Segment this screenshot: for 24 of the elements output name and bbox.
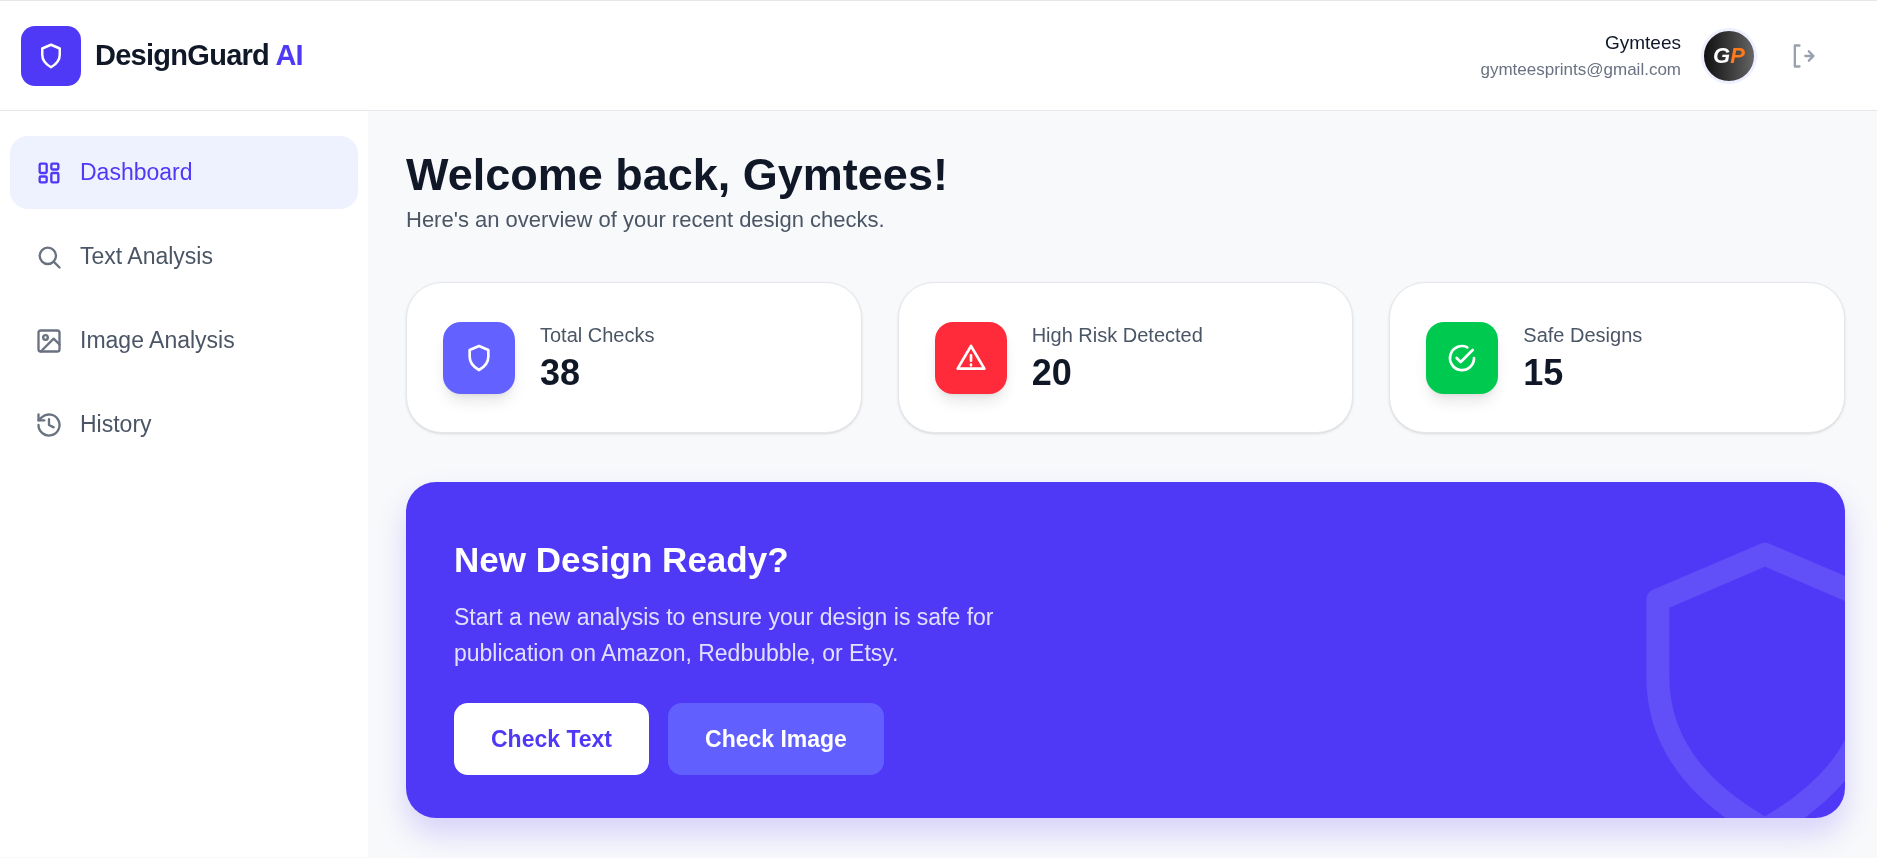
page-subtitle: Here's an overview of your recent design checks. xyxy=(406,206,886,235)
brand-name: DesignGuard AI xyxy=(95,37,303,73)
banner-text: Start a new analysis to ensure your design is safe for publication on Amazon, Redbubble, or Etsy. xyxy=(454,602,995,668)
image-icon xyxy=(35,326,63,355)
user-avatar: GP xyxy=(1701,27,1757,84)
history-icon xyxy=(35,410,63,439)
page-title: Welcome back, Gymtees! xyxy=(406,148,949,202)
banner-title: New Design Ready? xyxy=(454,539,790,582)
sidebar-item[interactable]: History xyxy=(10,388,358,461)
user-email: gymteesprints@gmail.com xyxy=(1480,59,1681,81)
sidebar-item[interactable]: Text Analysis xyxy=(10,220,358,293)
logo-icon xyxy=(21,25,81,86)
stat-label: Safe Designs xyxy=(1523,323,1643,349)
user-name: Gymtees xyxy=(1604,30,1681,55)
stat-value: 20 xyxy=(1031,351,1073,396)
check-image-button[interactable]: Check Image xyxy=(668,702,884,775)
sidebar-item[interactable]: Dashboard xyxy=(10,136,358,209)
shield-watermark-icon xyxy=(1645,542,1845,819)
stat-value: 15 xyxy=(1523,351,1565,396)
check-text-button[interactable]: Check Text xyxy=(454,702,649,775)
stat-label: Total Checks xyxy=(540,323,655,349)
stat-value: 38 xyxy=(540,351,582,396)
sidebar-item[interactable]: Image Analysis xyxy=(10,304,358,377)
stat-label: High Risk Detected xyxy=(1031,323,1203,349)
